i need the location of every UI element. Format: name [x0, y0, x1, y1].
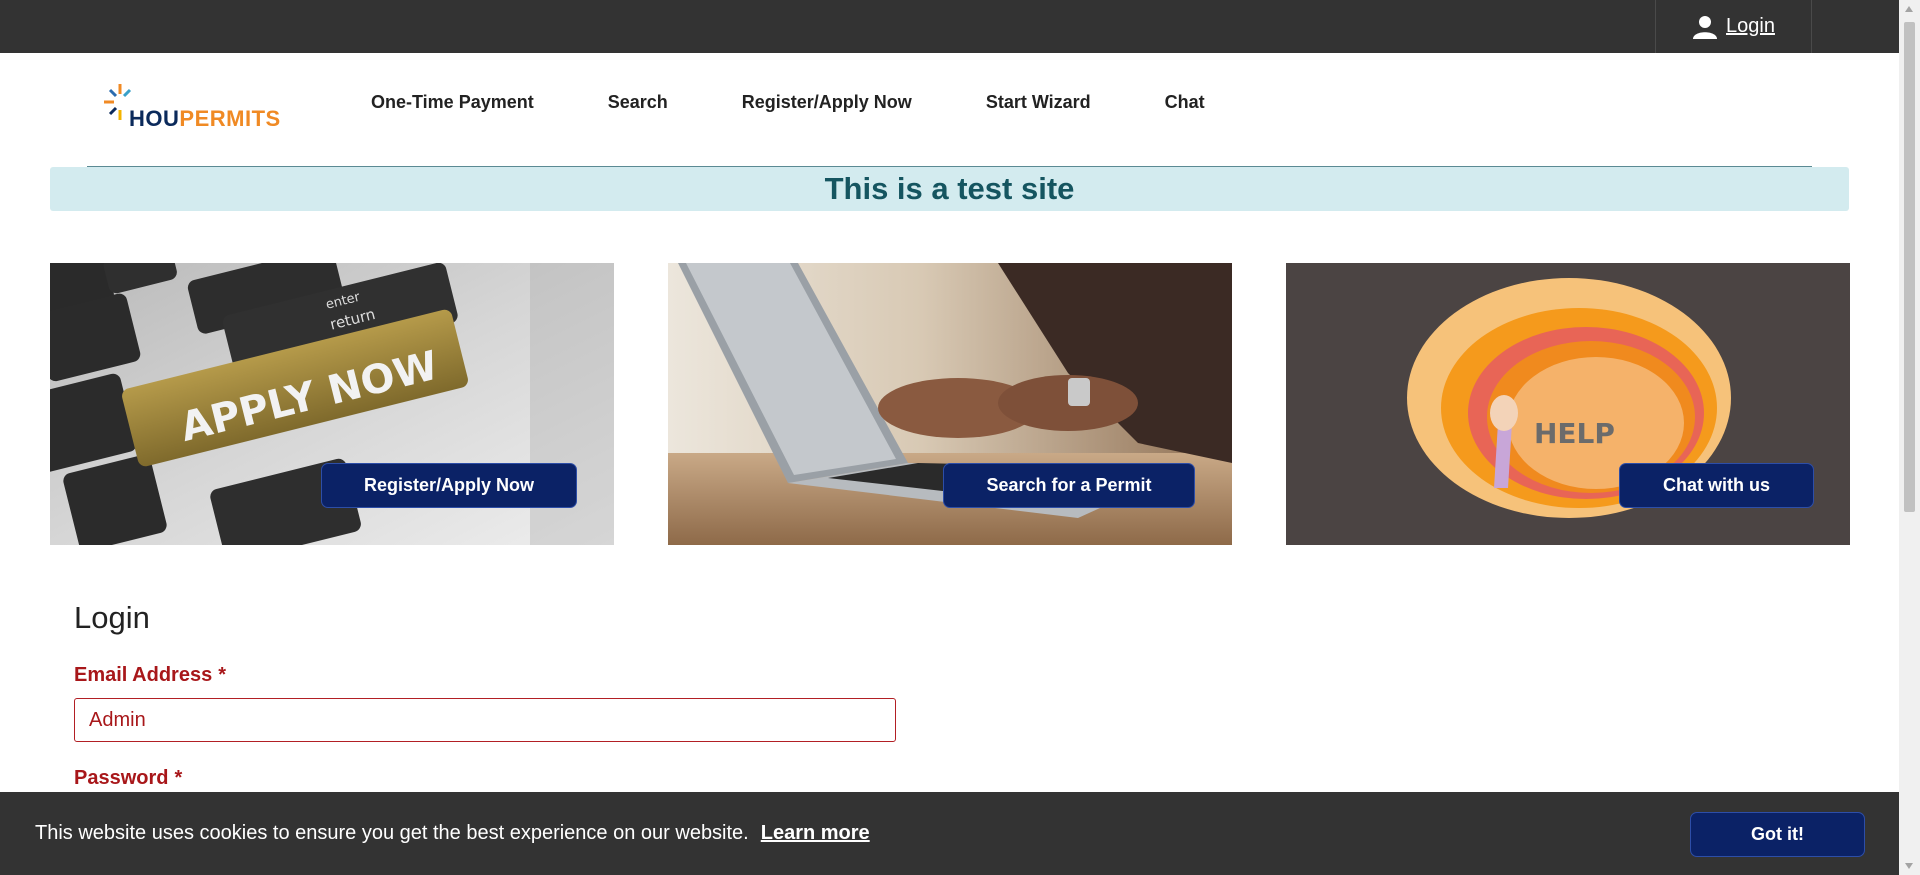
register-apply-now-button[interactable]: Register/Apply Now	[321, 463, 577, 508]
test-site-banner: This is a test site	[50, 167, 1849, 211]
search-for-permit-button[interactable]: Search for a Permit	[943, 463, 1195, 508]
password-label: Password *	[74, 767, 183, 789]
nav-search[interactable]: Search	[608, 92, 668, 114]
nav-start-wizard[interactable]: Start Wizard	[986, 92, 1091, 114]
nav-register-apply-now[interactable]: Register/Apply Now	[742, 92, 912, 114]
login-link[interactable]: Login	[1655, 0, 1812, 53]
got-it-button[interactable]: Got it!	[1690, 812, 1865, 857]
email-field[interactable]	[74, 698, 896, 742]
card-chat: HELP Chat with us	[1286, 263, 1850, 545]
card-search-permit: Search for a Permit	[668, 263, 1232, 545]
scroll-down-arrow-icon[interactable]	[1905, 863, 1913, 869]
houpermits-logo[interactable]: HOUPERMITS	[100, 80, 300, 131]
scroll-up-arrow-icon[interactable]	[1905, 6, 1913, 12]
card-register-apply: APPLY NOW enter return Register/Apply No…	[50, 263, 614, 545]
vertical-scrollbar[interactable]	[1899, 0, 1920, 875]
login-label: Login	[1726, 15, 1775, 37]
email-label: Email Address *	[74, 664, 226, 686]
nav-chat[interactable]: Chat	[1165, 92, 1205, 114]
scrollbar-thumb[interactable]	[1904, 22, 1915, 512]
login-heading: Login	[74, 600, 150, 635]
top-bar: Login	[0, 0, 1899, 53]
logo-wordmark: HOUPERMITS	[129, 106, 281, 131]
main-nav: One-Time Payment Search Register/Apply N…	[371, 92, 1279, 114]
required-asterisk: *	[218, 664, 226, 686]
user-icon	[1693, 15, 1718, 39]
chat-with-us-button[interactable]: Chat with us	[1619, 463, 1814, 508]
cookie-consent-bar: This website uses cookies to ensure you …	[0, 792, 1899, 875]
required-asterisk: *	[174, 767, 183, 789]
cookie-message: This website uses cookies to ensure you …	[35, 822, 870, 844]
banner-text: This is a test site	[824, 171, 1075, 206]
svg-text:HELP: HELP	[1534, 417, 1615, 450]
nav-one-time-payment[interactable]: One-Time Payment	[371, 92, 534, 114]
learn-more-link[interactable]: Learn more	[761, 822, 870, 844]
